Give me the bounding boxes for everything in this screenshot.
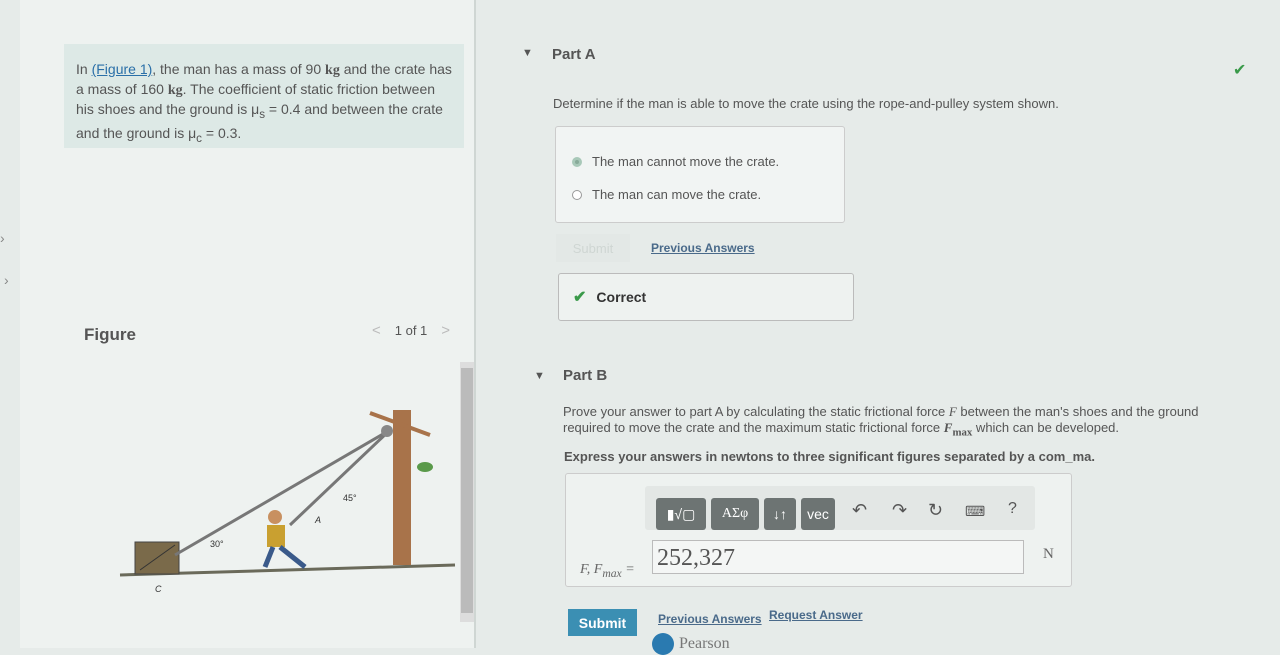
figure-diagram: 30° 45° A C [119, 410, 456, 594]
greek-button[interactable]: ΑΣφ [711, 498, 759, 530]
vec-button[interactable]: vec [801, 498, 835, 530]
reset-icon[interactable]: ↻ [928, 500, 943, 521]
check-icon: ✔ [573, 289, 587, 306]
option-label: The man cannot move the crate. [592, 154, 780, 169]
instruction: Express your answers in newtons to three… [564, 449, 1096, 464]
undo-icon[interactable]: ↶ [852, 500, 867, 521]
figure-title: Figure [84, 325, 136, 344]
help-icon[interactable]: ? [1008, 500, 1017, 518]
point-a-label: A [314, 515, 321, 525]
tree [393, 410, 411, 565]
angle-45-label: 45° [343, 493, 357, 503]
radio-selected[interactable] [572, 156, 582, 167]
part-b-title[interactable]: Part B [563, 367, 607, 384]
part-a-title[interactable]: Part A [552, 46, 596, 63]
answer-options: The man cannot move the crate. The man c… [555, 126, 845, 223]
collapse-part-a-icon[interactable]: ▼ [522, 47, 533, 59]
keyboard-icon[interactable]: ⌨ [965, 503, 985, 520]
redo-icon[interactable]: ↷ [892, 500, 907, 521]
scrollbar-thumb[interactable] [461, 368, 473, 613]
divider [474, 0, 476, 648]
part-b-submit-button[interactable]: Submit [568, 609, 637, 636]
part-a-submit-button[interactable]: Submit [556, 234, 630, 262]
problem-statement: In (Figure 1), the man has a mass of 90 … [64, 44, 464, 148]
part-a-previous-answers-link[interactable]: Previous Answers [651, 241, 755, 255]
part-a-question: Determine if the man is able to move the… [553, 96, 1059, 111]
arrows-button[interactable]: ↓↑ [764, 498, 796, 530]
pulley [381, 425, 393, 437]
point-c-label: C [155, 584, 162, 594]
templates-button[interactable]: ▮√▢ [656, 498, 706, 530]
prev-figure-button[interactable]: < [372, 322, 381, 339]
man [268, 510, 282, 524]
answer-input[interactable]: 252,327 [652, 540, 1024, 574]
figure-pager: < 1 of 1 > [372, 322, 450, 339]
option-label: The man can move the crate. [592, 187, 762, 202]
rope [288, 428, 392, 527]
option-can-move[interactable]: The man can move the crate. [572, 187, 761, 202]
request-answer-link[interactable]: Request Answer [769, 608, 863, 622]
chevron-right-icon[interactable]: › [0, 230, 5, 246]
part-a-complete-check-icon: ✔ [1233, 62, 1247, 79]
option-cannot-move[interactable]: The man cannot move the crate. [572, 154, 779, 169]
angle-30-label: 30° [210, 539, 224, 549]
chevron-right-icon[interactable]: › [4, 272, 9, 288]
page-indicator: 1 of 1 [394, 323, 428, 338]
unit-label: N [1043, 546, 1054, 562]
part-b-previous-answers-link[interactable]: Previous Answers [658, 612, 762, 626]
variable-label: F, Fmax = [580, 562, 635, 580]
radio[interactable] [572, 189, 582, 200]
figure-link[interactable]: (Figure 1) [92, 61, 153, 77]
collapse-part-b-icon[interactable]: ▼ [534, 370, 545, 382]
correct-feedback: ✔ Correct [558, 273, 854, 321]
next-figure-button[interactable]: > [441, 322, 450, 339]
feedback-text: Correct [596, 289, 647, 305]
part-b-question: Prove your answer to part A by calculati… [563, 404, 1199, 439]
pearson-logo: Pearson [652, 633, 730, 655]
